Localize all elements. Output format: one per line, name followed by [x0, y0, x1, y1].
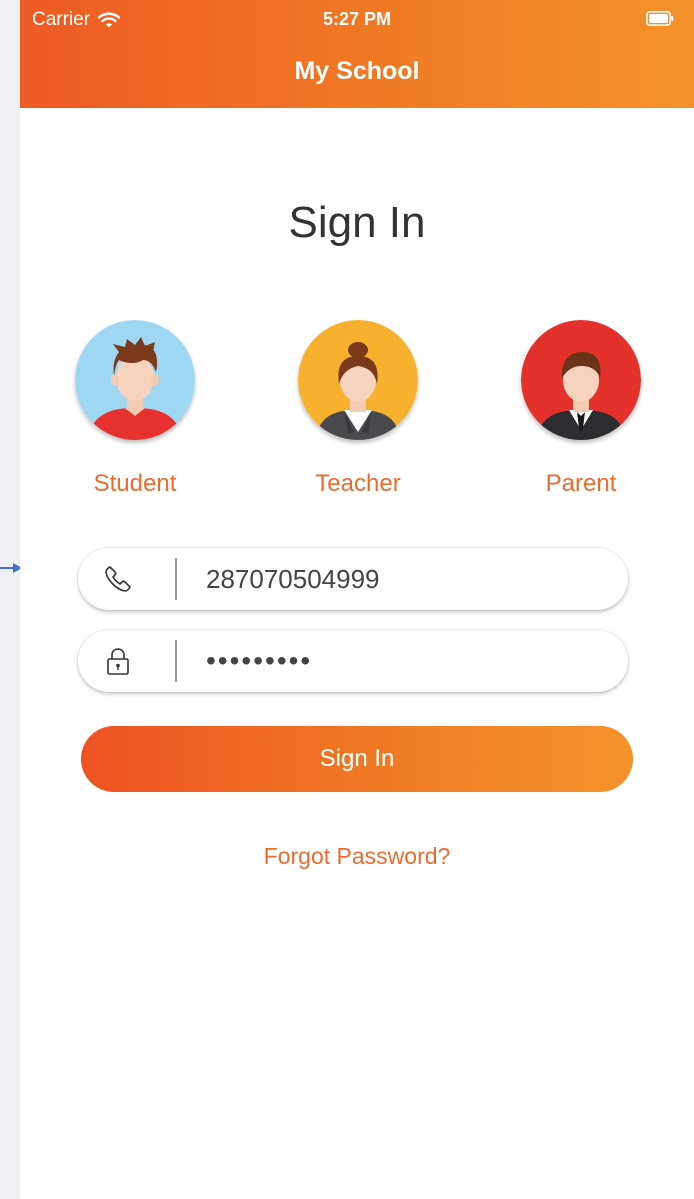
- left-gutter: [0, 0, 20, 1199]
- nav-title: My School: [294, 57, 420, 85]
- student-avatar-icon: [75, 320, 195, 440]
- app-screenshot: Carrier 5:27 PM My School Sign In Studen…: [0, 0, 694, 1199]
- sign-in-button[interactable]: Sign In: [81, 726, 633, 792]
- page-title: Sign In: [288, 198, 426, 247]
- phone-input[interactable]: [206, 548, 606, 610]
- role-label-student: Student: [93, 470, 177, 497]
- status-time: 5:27 PM: [322, 9, 392, 29]
- phone-screen: Carrier 5:27 PM My School Sign In Studen…: [20, 0, 694, 1199]
- field-divider: [175, 640, 177, 682]
- field-divider: [175, 558, 177, 600]
- battery-icon: [646, 11, 674, 26]
- navigation-bar: Carrier 5:27 PM My School: [20, 0, 694, 108]
- forgot-password-link[interactable]: Forgot Password?: [20, 843, 694, 870]
- password-field[interactable]: [78, 630, 628, 692]
- phone-icon: [105, 566, 131, 592]
- role-student[interactable]: Student: [55, 320, 215, 498]
- teacher-avatar-icon: [298, 320, 418, 440]
- parent-avatar-icon: [521, 320, 641, 440]
- status-bar: Carrier 5:27 PM: [20, 0, 694, 40]
- phone-field[interactable]: [78, 548, 628, 610]
- role-label-parent: Parent: [545, 470, 617, 497]
- role-teacher[interactable]: Teacher: [278, 320, 438, 498]
- arrow-right-icon: [0, 563, 22, 573]
- role-parent[interactable]: Parent: [501, 320, 661, 498]
- lock-icon: [107, 648, 129, 675]
- password-input[interactable]: [206, 630, 606, 692]
- role-label-teacher: Teacher: [315, 470, 401, 497]
